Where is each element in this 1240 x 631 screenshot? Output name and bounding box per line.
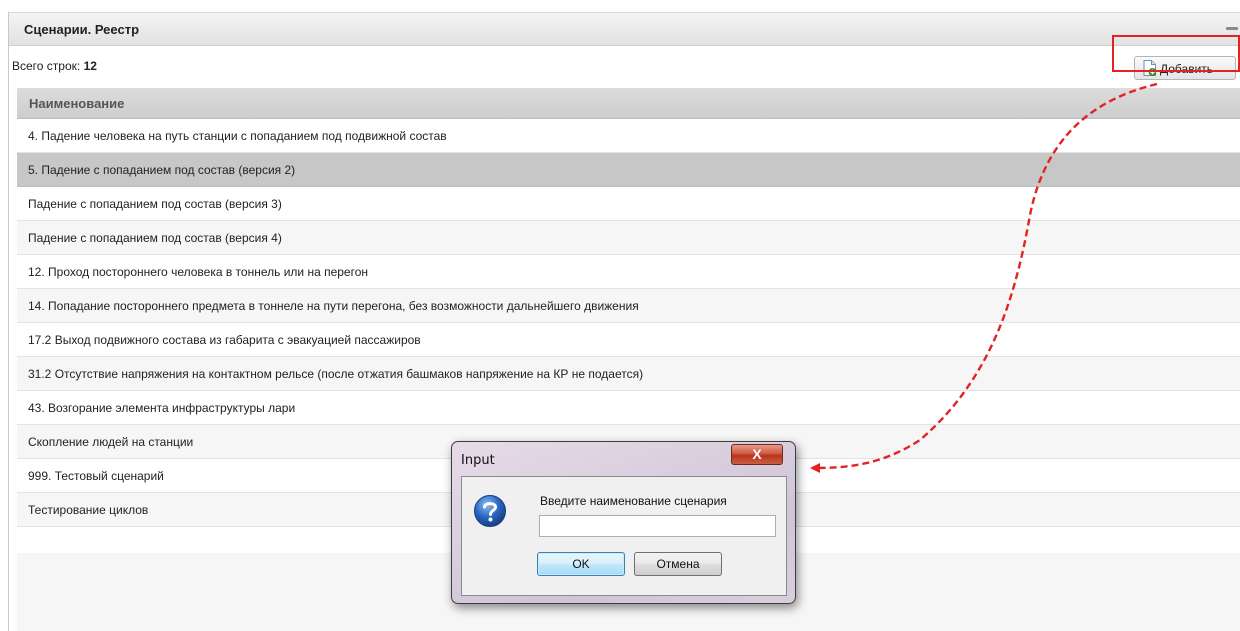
table-row[interactable]: 17.2 Выход подвижного состава из габарит… xyxy=(17,323,1240,357)
document-add-icon xyxy=(1143,60,1156,76)
rows-count-label: Всего строк: xyxy=(12,59,81,73)
dialog-prompt: Введите наименование сценария xyxy=(540,494,727,508)
table-row[interactable]: 12. Проход постороннего человека в тонне… xyxy=(17,255,1240,289)
column-header-name[interactable]: Наименование xyxy=(29,96,124,111)
dialog-content: Введите наименование сценария OK Отмена xyxy=(461,476,787,596)
row-name-cell: 31.2 Отсутствие напряжения на контактном… xyxy=(28,367,644,381)
toolbar: Всего строк: 12 Добавить xyxy=(9,46,1240,88)
row-name-cell: Скопление людей на станции xyxy=(28,435,194,449)
dialog-close-button[interactable]: X xyxy=(731,444,783,465)
add-button-label: Добавить xyxy=(1160,62,1214,76)
row-name-cell: 999. Тестовый сценарий xyxy=(28,469,164,483)
add-button[interactable]: Добавить xyxy=(1134,56,1236,80)
rows-count: Всего строк: 12 xyxy=(12,59,97,73)
table-row[interactable]: Падение с попаданием под состав (версия … xyxy=(17,221,1240,255)
row-name-cell: Падение с попаданием под состав (версия … xyxy=(28,231,282,245)
panel-header: Сценарии. Реестр xyxy=(9,12,1240,46)
grid-header[interactable]: Наименование xyxy=(17,88,1240,119)
panel-title: Сценарии. Реестр xyxy=(24,22,140,37)
dialog-title: Input xyxy=(461,453,495,468)
table-row[interactable]: 31.2 Отсутствие напряжения на контактном… xyxy=(17,357,1240,391)
cancel-button[interactable]: Отмена xyxy=(634,552,722,576)
table-row[interactable]: 14. Попадание постороннего предмета в то… xyxy=(17,289,1240,323)
row-name-cell: 12. Проход постороннего человека в тонне… xyxy=(28,265,369,279)
row-name-cell: Тестирование циклов xyxy=(28,503,149,517)
table-row[interactable]: 4. Падение человека на путь станции с по… xyxy=(17,119,1240,153)
rows-count-value: 12 xyxy=(83,59,97,73)
row-name-cell: 5. Падение с попаданием под состав (верс… xyxy=(28,163,296,177)
row-name-cell: Падение с попаданием под состав (версия … xyxy=(28,197,282,211)
table-row[interactable]: 43. Возгорание элемента инфраструктуры л… xyxy=(17,391,1240,425)
row-name-cell: 43. Возгорание элемента инфраструктуры л… xyxy=(28,401,296,415)
row-name-cell: 14. Попадание постороннего предмета в то… xyxy=(28,299,639,313)
question-icon xyxy=(474,495,506,527)
ok-button[interactable]: OK xyxy=(537,552,625,576)
table-row[interactable]: 5. Падение с попаданием под состав (верс… xyxy=(17,153,1240,187)
scenario-name-input[interactable] xyxy=(539,515,776,537)
row-name-cell: 17.2 Выход подвижного состава из габарит… xyxy=(28,333,421,347)
input-dialog: Input X Введите наименование сценария OK… xyxy=(451,441,796,604)
row-name-cell: 4. Падение человека на путь станции с по… xyxy=(28,129,447,143)
table-row[interactable]: Падение с попаданием под состав (версия … xyxy=(17,187,1240,221)
close-icon: X xyxy=(752,446,762,462)
collapse-icon[interactable] xyxy=(1226,27,1238,30)
